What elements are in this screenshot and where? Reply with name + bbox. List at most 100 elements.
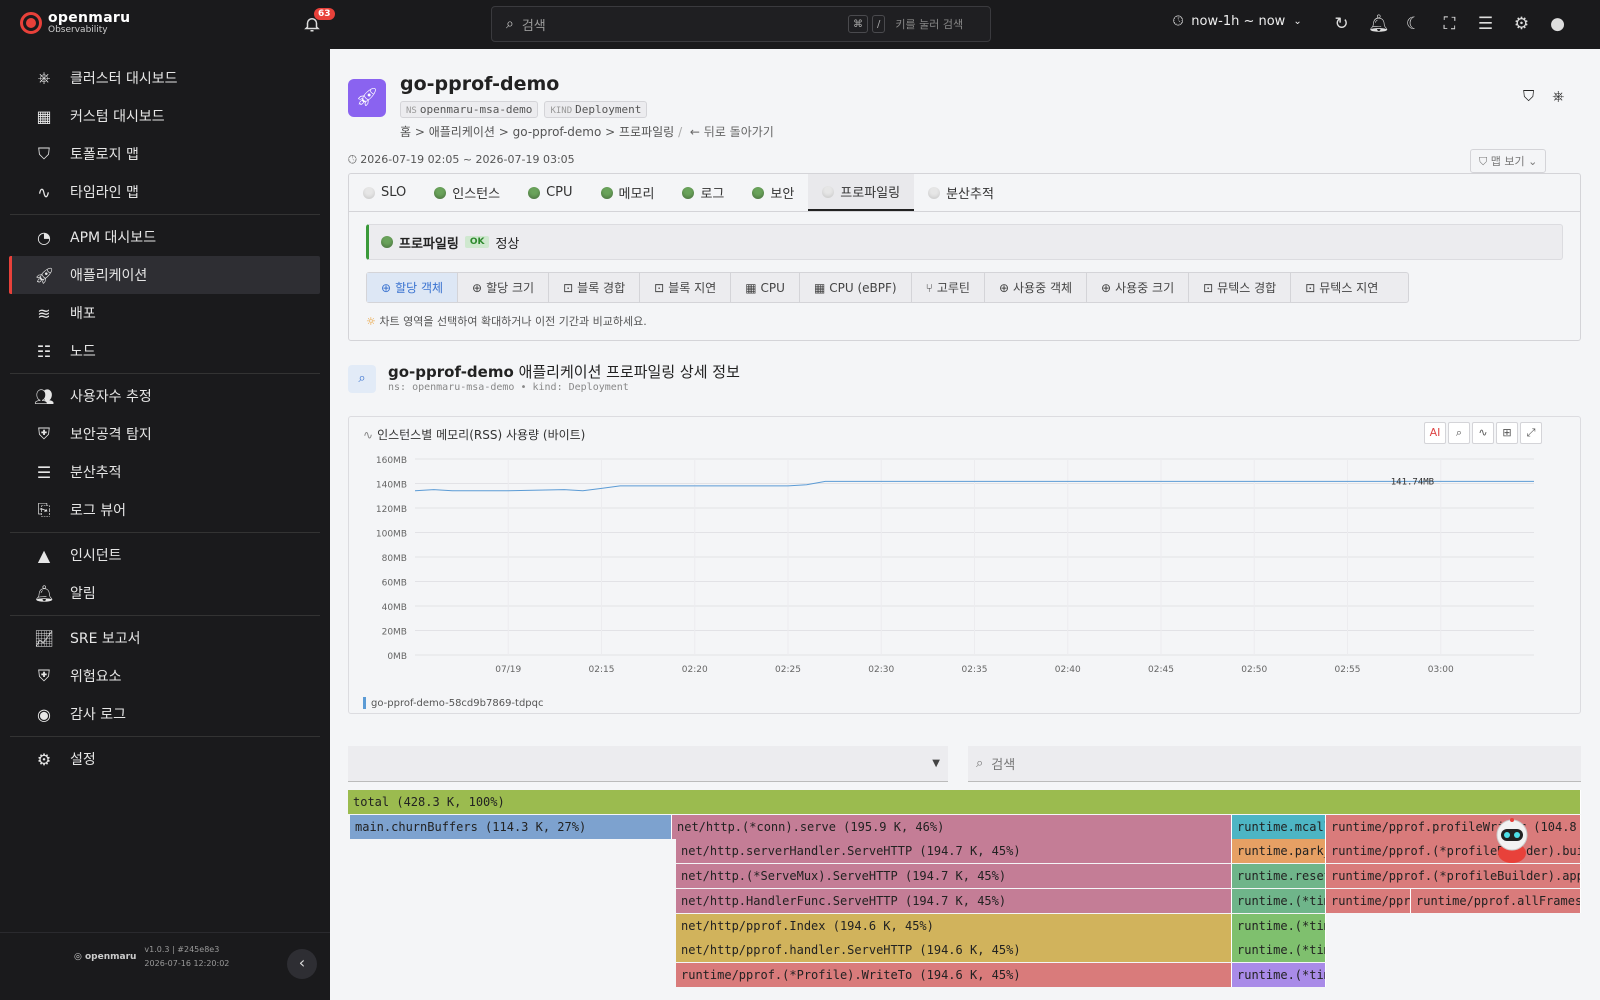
tab-4[interactable]: 로그 [668,174,738,211]
profile-tab-label: 블록 경합 [577,281,626,295]
profile-tab-3[interactable]: ⊡ 블록 지연 [640,273,732,302]
brand-logo[interactable]: openmaru Observability [20,11,130,35]
sidebar-item-gear[interactable]: ⚙ 설정 [9,740,320,778]
flame-frame[interactable]: net/http/pprof.Index (194.6 K, 45%) [676,913,1232,938]
assistant-robot-icon[interactable] [1491,817,1533,863]
flame-frame[interactable]: main.churnBuffers (114.3 K, 27%) [350,814,672,839]
tab-7[interactable]: 분산추적 [914,174,1008,211]
chart-hint: ☼ 차트 영역을 선택하여 확대하거나 이전 기간과 비교하세요. [366,315,647,328]
flame-frame[interactable]: total (428.3 K, 100%) [348,790,1581,814]
tab-1[interactable]: 인스턴스 [420,174,514,211]
tab-5[interactable]: 보안 [738,174,808,211]
profile-tab-5[interactable]: ▦ CPU (eBPF) [800,273,912,302]
flame-frame[interactable]: runtime.(*timer).unlockAndRun [1232,938,1326,963]
alarm-bell-icon[interactable]: 🔔︎ [1368,14,1390,34]
line-chart-icon[interactable]: ∿ [1472,422,1494,444]
profile-tab-label: 블록 지연 [668,281,717,295]
tab-3[interactable]: 메모리 [587,174,669,211]
back-link[interactable]: ← 뒤로 돌아가기 [690,125,774,139]
refresh-icon[interactable]: ↻ [1332,14,1351,34]
tab-status-dot [434,186,447,199]
sidebar-item-log[interactable]: ⎘ 로그 뷰어 [9,491,320,529]
ai-icon[interactable]: AI [1424,422,1446,444]
sidebar-separator [10,373,320,374]
flame-frame[interactable]: runtime.(*timer).send [1232,962,1326,987]
sidebar-item-server[interactable]: ☷ 노드 [9,332,320,370]
sidebar-item-timeline[interactable]: ∿ 타임라인 맵 [9,173,320,211]
flame-graph[interactable]: total (428.3 K, 100%) main.churnBuffers (… [348,790,1581,1000]
sidebar-item-audit[interactable]: ◉ 감사 로그 [9,695,320,733]
chart-svg[interactable]: 0MB 20MB 40MB 60MB 80MB 100MB 120MB 140MB 160MB 0… [349,445,1582,715]
sidebar-item-lock-shield[interactable]: ⛨ 위험요소 [9,657,320,695]
tab-6[interactable]: 프로파일링 [808,174,915,211]
flame-search-input[interactable]: ⌕ 검색 [968,746,1581,782]
flame-frame[interactable]: runtime/pprof.profileWriter (104.8 K [1326,814,1581,839]
sidebar-item-gauge[interactable]: ◔ APM 대시보드 [9,218,320,256]
profile-tab-8[interactable]: ⊕ 사용중 크기 [1087,273,1190,302]
flame-frame[interactable]: net/http.(*conn).serve (195.9 K, 46%) [672,814,1232,839]
tab-label: SLO [381,185,407,200]
flame-frame[interactable]: net/http.serverHandler.ServeHTTP (194.7 … [676,839,1232,864]
sidebar-item-alarm[interactable]: 🔔︎ 알림 [9,574,320,612]
flame-frame[interactable]: runtime/pprof.(*Profile).WriteTo (194.6 … [676,962,1232,987]
compare-icon[interactable]: ⊞ [1496,422,1518,444]
profile-tab-10[interactable]: ⊡ 뮤텍스 지연 [1291,273,1392,302]
profile-tab-0[interactable]: ⊕ 할당 객체 [367,273,459,302]
flame-frame[interactable]: runtime.park_m [1232,839,1326,864]
profile-tab-2[interactable]: ⊡ 블록 경합 [549,273,641,302]
expand-icon[interactable]: ⤢ [1520,422,1542,444]
y-tick-label: 140MB [376,481,407,491]
profile-tab-6[interactable]: ⑂ 고루틴 [912,273,985,302]
profile-tab-7[interactable]: ⊕ 사용중 객체 [985,273,1088,302]
tab-2[interactable]: CPU [514,174,586,211]
kubernetes-icon[interactable]: ⎈ [1552,87,1564,105]
user-icon[interactable]: ● [1548,14,1567,34]
sidebar-item-users[interactable]: 👥︎ 사용자수 추정 [9,377,320,415]
date-range: 🕓︎ 2026-07-19 02:05 ~ 2026-07-19 03:05 [348,153,575,166]
profile-tab-9[interactable]: ⊡ 뮤텍스 경합 [1189,273,1292,302]
menu-icon[interactable]: ☰ [1476,14,1495,34]
flame-frame[interactable]: runtime/pprof.(*profileBuilder).build [1326,839,1581,864]
server-icon: ☷ [36,341,52,361]
detail-title: go-pprof-demo 애플리케이션 프로파일링 상세 정보 [388,363,740,381]
flame-frame[interactable]: runtime/pprof.newProfileBuilder [1326,888,1411,913]
profile-tab-1[interactable]: ⊕ 할당 크기 [458,273,550,302]
sidebar-item-trace[interactable]: ☰ 분산추적 [9,453,320,491]
sidebar-item-warning[interactable]: ▲ 인시던트 [9,536,320,574]
profile-tab-4[interactable]: ▦ CPU [731,273,800,302]
fullscreen-icon[interactable]: ⛶ [1440,14,1459,34]
flame-frame[interactable]: runtime.(*timers).check [1232,913,1326,938]
sidebar-item-cluster[interactable]: ⎈ 클러스터 대시보드 [9,59,320,97]
flame-frame[interactable]: net/http.HandlerFunc.ServeHTTP (194.7 K,… [676,888,1232,913]
dark-mode-icon[interactable]: ☾ [1404,14,1423,34]
memory-chart[interactable]: ∿ 인스턴스별 메모리(RSS) 사용량 (바이트) AI ⌕ ∿ ⊞ ⤢ 0MB… [348,416,1581,714]
version: v1.0.3 [144,945,170,954]
zoom-icon[interactable]: ⌕ [1448,422,1470,444]
global-search-input[interactable]: ⌕ 검색 ⌘ / 키를 눌러 검색 [491,6,991,42]
time-range-picker[interactable]: 🕓︎ now-1h ~ now ⌄ [1173,14,1302,29]
sidebar-item-topology[interactable]: ⛉ 토폴로지 맵 [9,135,320,173]
map-view-button[interactable]: ⛉ 맵 보기 ⌄ [1470,149,1547,173]
tab-0[interactable]: SLO [349,174,420,211]
sidebar-item-shield[interactable]: ⛨ 보안공격 탐지 [9,415,320,453]
flame-frame[interactable]: net/http/pprof.handler.ServeHTTP (194.6 … [676,938,1232,963]
breadcrumb-path[interactable]: 홈 > 애플리케이션 > go-pprof-demo > 프로파일링 [400,125,674,139]
gear-icon[interactable]: ⚙ [1512,14,1531,34]
flame-frame[interactable]: runtime/pprof.(*profileBuilder).appendLo… [1326,864,1581,889]
sidebar-item-rocket[interactable]: 🚀︎ 애플리케이션 [9,256,320,294]
flame-frame[interactable]: net/http.(*ServeMux).ServeHTTP (194.7 K,… [676,864,1232,889]
x-tick-label: 07/19 [495,665,521,675]
flame-frame[interactable]: runtime.resetspinning [1232,864,1326,889]
flame-frame[interactable]: runtime.mcall [1232,814,1326,839]
sidebar-item-layers[interactable]: ≋ 배포 [9,294,320,332]
profile-select[interactable]: ▼ [348,746,948,782]
sidebar-item-dashboard[interactable]: ▦ 커스텀 대시보드 [9,97,320,135]
profile-tab-label: CPU [760,280,785,295]
y-tick-label: 0MB [387,652,407,662]
chart-legend[interactable]: go-pprof-demo-58cd9b7869-tdpqc [363,697,544,709]
flame-frame[interactable]: runtime.(*timers).run [1232,888,1326,913]
collapse-sidebar-button[interactable]: ‹ [287,949,317,979]
flame-frame[interactable]: runtime/pprof.allFrames [1411,888,1581,913]
topology-icon[interactable]: ⛉ [1523,87,1534,105]
sidebar-item-report[interactable]: 📈︎ SRE 보고서 [9,619,320,657]
